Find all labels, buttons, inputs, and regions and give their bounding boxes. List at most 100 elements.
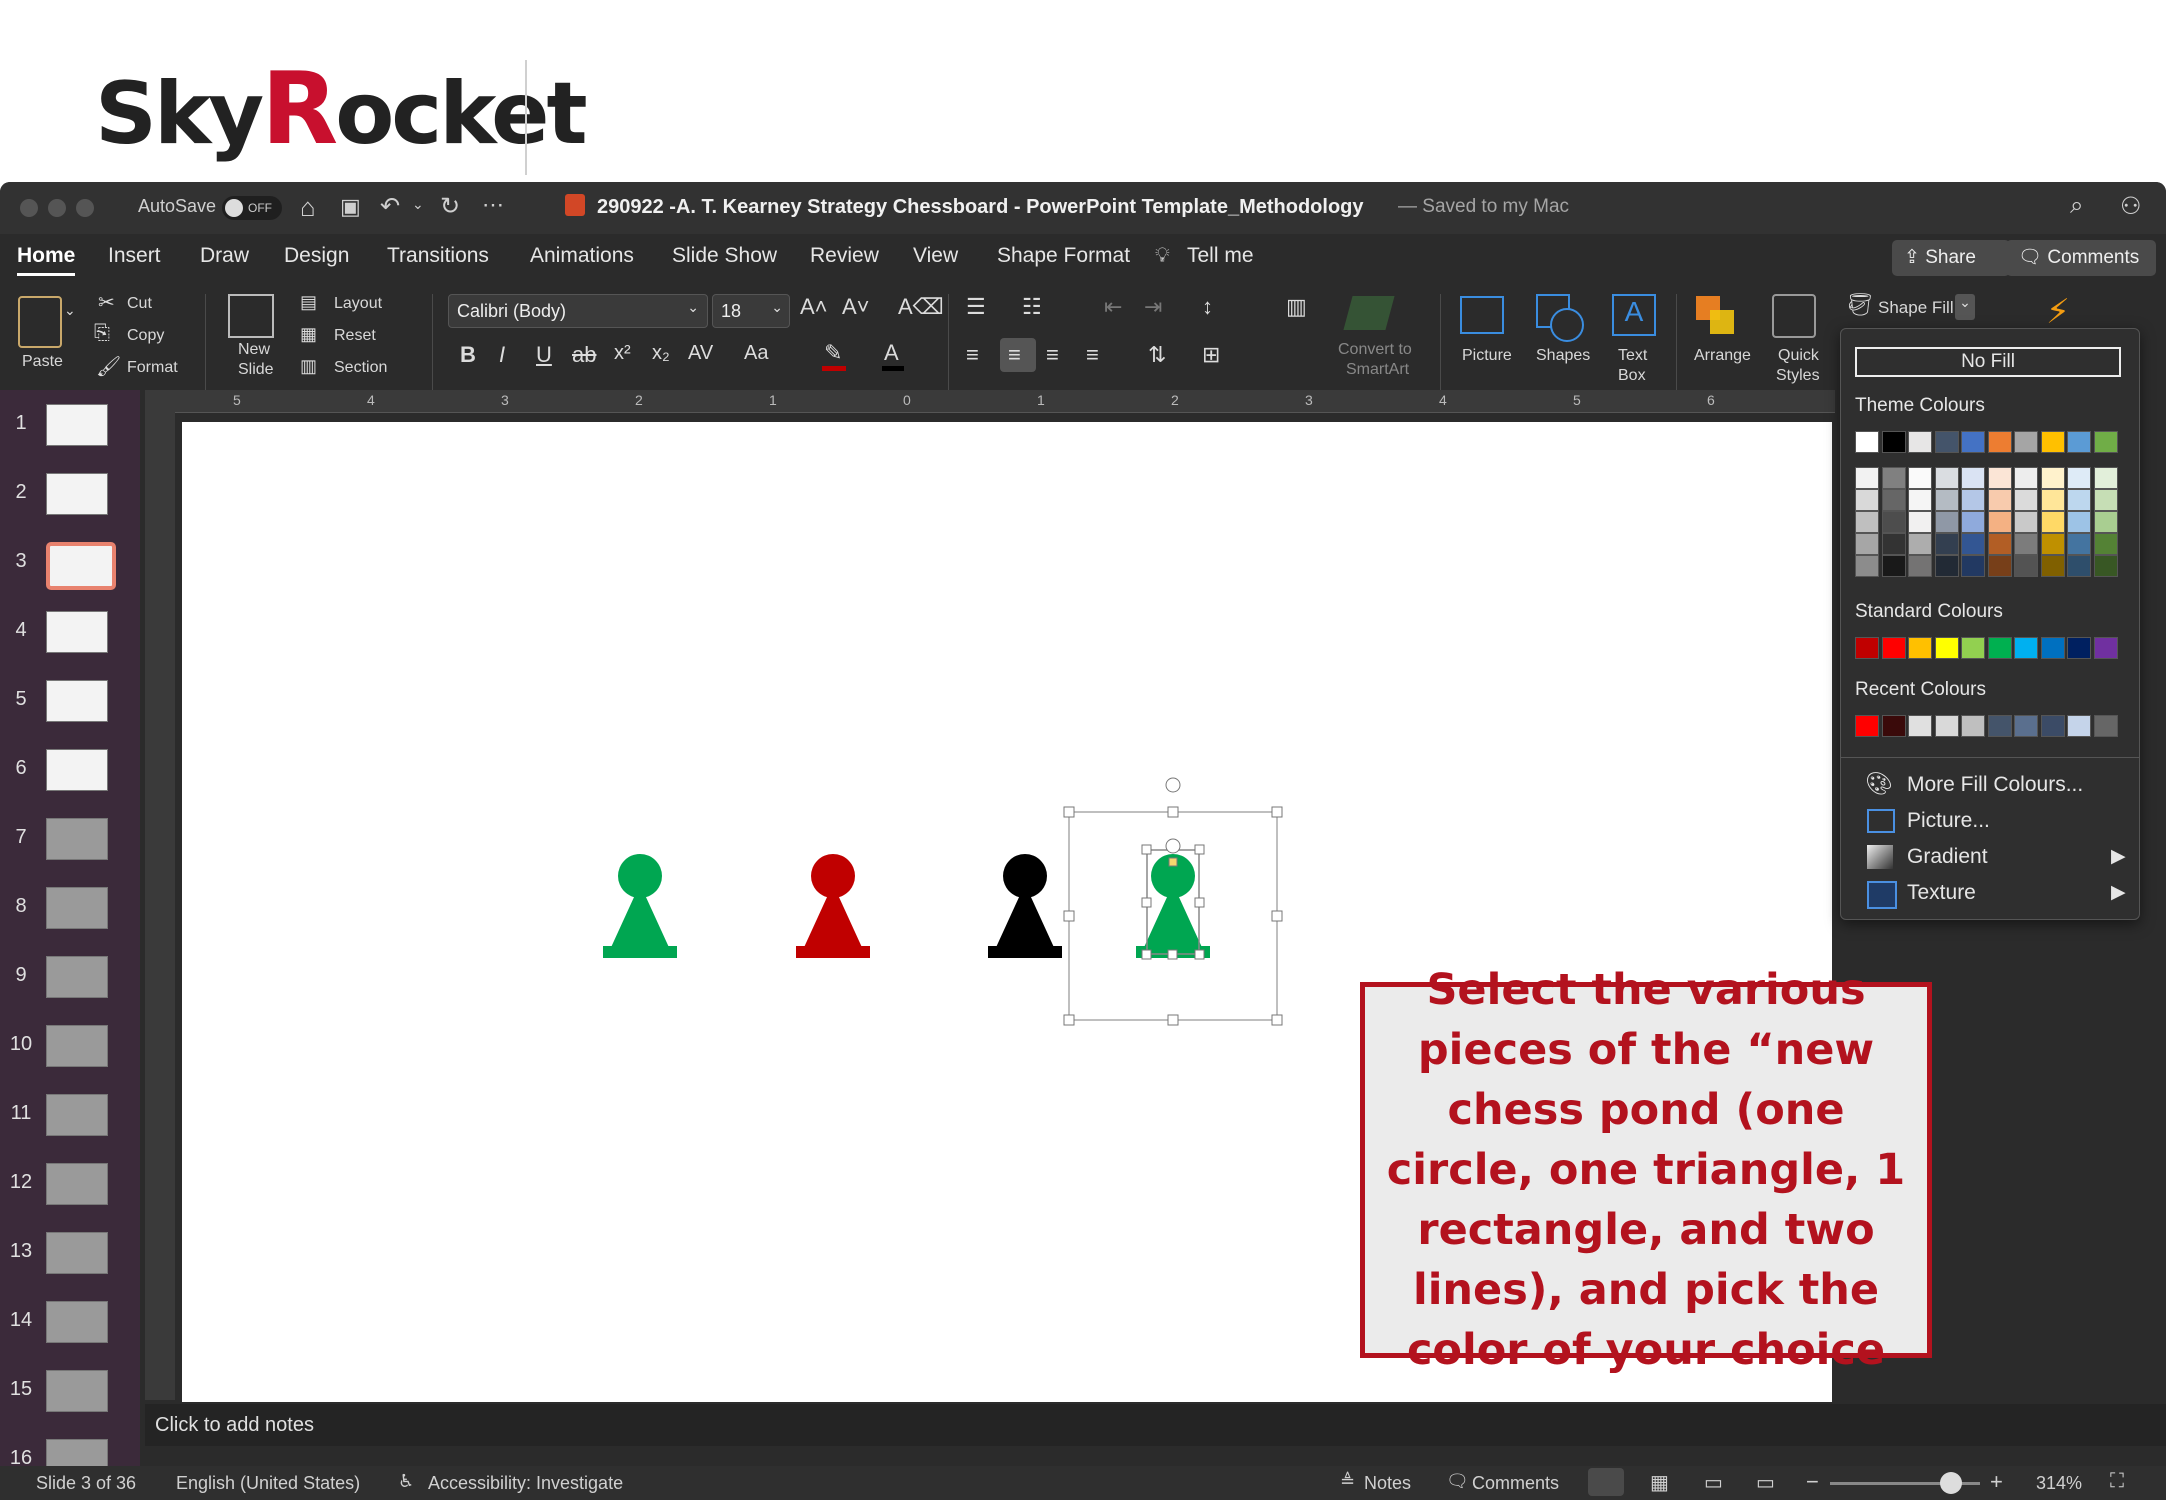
- theme-shade-swatch[interactable]: [1881, 533, 1906, 555]
- theme-shade-swatch[interactable]: [1855, 511, 1879, 533]
- theme-shade-swatch[interactable]: [1961, 467, 1985, 489]
- standard-colour-swatch[interactable]: [1987, 637, 2012, 659]
- undo-dropdown-icon[interactable]: ⌄: [412, 196, 424, 213]
- theme-colour-swatch[interactable]: [1961, 431, 1985, 453]
- theme-shade-swatch[interactable]: [2014, 511, 2038, 533]
- standard-colour-swatch[interactable]: [1881, 637, 1906, 659]
- standard-colour-swatch[interactable]: [1961, 637, 1985, 659]
- paste-dropdown-icon[interactable]: ⌄: [64, 302, 76, 319]
- slide-sorter-icon[interactable]: ▦: [1650, 1470, 1669, 1495]
- theme-shade-swatch[interactable]: [2093, 511, 2118, 533]
- copy-button[interactable]: Copy: [127, 326, 164, 346]
- align-text-icon[interactable]: ⊞: [1202, 342, 1220, 368]
- tab-review[interactable]: Review: [810, 244, 879, 268]
- recent-colour-swatch[interactable]: [1881, 715, 1906, 737]
- theme-shade-swatch[interactable]: [1908, 555, 1932, 577]
- convert-smartart-label-1[interactable]: Convert to: [1338, 340, 1412, 360]
- zoom-slider-thumb[interactable]: [1940, 1472, 1962, 1494]
- layout-button[interactable]: Layout: [334, 294, 382, 314]
- notes-pane[interactable]: Click to add notes: [145, 1404, 2166, 1446]
- paste-button[interactable]: Paste: [22, 352, 63, 372]
- standard-colour-swatch[interactable]: [2093, 637, 2118, 659]
- no-fill-option[interactable]: No Fill: [1855, 347, 2121, 377]
- tab-design[interactable]: Design: [284, 244, 349, 268]
- change-case-button[interactable]: Aa: [744, 342, 768, 365]
- theme-shade-swatch[interactable]: [1987, 467, 2012, 489]
- theme-shade-swatch[interactable]: [1908, 533, 1932, 555]
- slide-thumbnail[interactable]: [46, 887, 108, 929]
- more-icon[interactable]: ⋯: [482, 192, 504, 218]
- recent-colour-swatch[interactable]: [1855, 715, 1879, 737]
- arrange-button[interactable]: Arrange: [1694, 346, 1751, 366]
- slide-thumbnail[interactable]: [46, 473, 108, 515]
- highlight-color-icon[interactable]: ✎: [824, 340, 842, 366]
- theme-colour-swatch[interactable]: [2040, 431, 2065, 453]
- theme-shade-swatch[interactable]: [1908, 511, 1932, 533]
- theme-shade-swatch[interactable]: [2093, 555, 2118, 577]
- theme-shade-swatch[interactable]: [2093, 489, 2118, 511]
- slide-thumbnail[interactable]: [46, 749, 108, 791]
- autosave-toggle[interactable]: OFF: [222, 196, 282, 220]
- theme-colour-swatch[interactable]: [2014, 431, 2038, 453]
- slide-thumbnail[interactable]: [46, 956, 108, 998]
- slide-thumbnail[interactable]: [46, 1232, 108, 1274]
- quick-styles-icon[interactable]: [1772, 294, 1816, 338]
- theme-shade-swatch[interactable]: [1881, 555, 1906, 577]
- adjust-handle[interactable]: [1168, 857, 1178, 867]
- comments-toggle[interactable]: Comments: [1472, 1473, 1559, 1494]
- black-pawn[interactable]: [988, 854, 1062, 958]
- recent-colour-swatch[interactable]: [1961, 715, 1985, 737]
- recent-colour-swatch[interactable]: [1908, 715, 1932, 737]
- tab-insert[interactable]: Insert: [108, 244, 161, 268]
- superscript-button[interactable]: x²: [614, 342, 631, 365]
- theme-shade-swatch[interactable]: [1961, 555, 1985, 577]
- standard-colour-swatch[interactable]: [1855, 637, 1879, 659]
- theme-shade-swatch[interactable]: [2067, 467, 2091, 489]
- standard-colour-swatch[interactable]: [2067, 637, 2091, 659]
- texture-option[interactable]: Texture: [1907, 881, 1976, 905]
- shape-fill-button[interactable]: Shape Fill: [1878, 298, 1954, 318]
- tab-view[interactable]: View: [913, 244, 958, 268]
- tab-animations[interactable]: Animations: [530, 244, 634, 268]
- theme-shade-swatch[interactable]: [1961, 511, 1985, 533]
- increase-font-icon[interactable]: A˄: [800, 294, 828, 320]
- gradient-option[interactable]: Gradient: [1907, 845, 1988, 869]
- underline-button[interactable]: U: [536, 342, 552, 368]
- recent-colour-swatch[interactable]: [2040, 715, 2065, 737]
- recent-colour-swatch[interactable]: [2067, 715, 2091, 737]
- theme-shade-swatch[interactable]: [1934, 511, 1959, 533]
- theme-shade-swatch[interactable]: [1934, 555, 1959, 577]
- share-person-icon[interactable]: ⚇: [2120, 192, 2142, 221]
- green-pawn[interactable]: [603, 854, 677, 958]
- subscript-button[interactable]: x₂: [652, 342, 670, 365]
- redo-icon[interactable]: ↻: [440, 192, 460, 221]
- strikethrough-button[interactable]: ab: [572, 342, 596, 368]
- theme-colour-swatch[interactable]: [2067, 431, 2091, 453]
- undo-icon[interactable]: ↶: [380, 192, 400, 221]
- theme-shade-swatch[interactable]: [1855, 489, 1879, 511]
- share-button[interactable]: ⇪ Share: [1892, 240, 2010, 276]
- recent-colour-swatch[interactable]: [1934, 715, 1959, 737]
- theme-colour-swatch[interactable]: [1855, 431, 1879, 453]
- theme-shade-swatch[interactable]: [2067, 489, 2091, 511]
- theme-shade-swatch[interactable]: [1934, 533, 1959, 555]
- theme-shade-swatch[interactable]: [1908, 467, 1932, 489]
- slide-thumbnail[interactable]: [46, 1163, 108, 1205]
- section-button[interactable]: Section: [334, 358, 387, 378]
- slide-thumbnail[interactable]: [46, 1370, 108, 1412]
- theme-shade-swatch[interactable]: [2040, 555, 2065, 577]
- theme-shade-swatch[interactable]: [2014, 533, 2038, 555]
- group-rotate-handle[interactable]: [1165, 777, 1181, 793]
- theme-shade-swatch[interactable]: [2067, 511, 2091, 533]
- fit-slide-icon[interactable]: ⛶: [2110, 1470, 2124, 1493]
- bullets-icon[interactable]: ☰: [966, 294, 986, 320]
- zoom-out-icon[interactable]: −: [1806, 1469, 1819, 1495]
- numbering-icon[interactable]: ☷: [1022, 294, 1042, 320]
- clipboard-icon[interactable]: [18, 296, 62, 348]
- theme-shade-swatch[interactable]: [2093, 533, 2118, 555]
- theme-shade-swatch[interactable]: [1908, 489, 1932, 511]
- align-left-icon[interactable]: ≡: [966, 342, 979, 368]
- quick-styles-label-1[interactable]: Quick: [1778, 346, 1819, 366]
- slide-thumbnail[interactable]: [46, 611, 108, 653]
- theme-shade-swatch[interactable]: [2040, 511, 2065, 533]
